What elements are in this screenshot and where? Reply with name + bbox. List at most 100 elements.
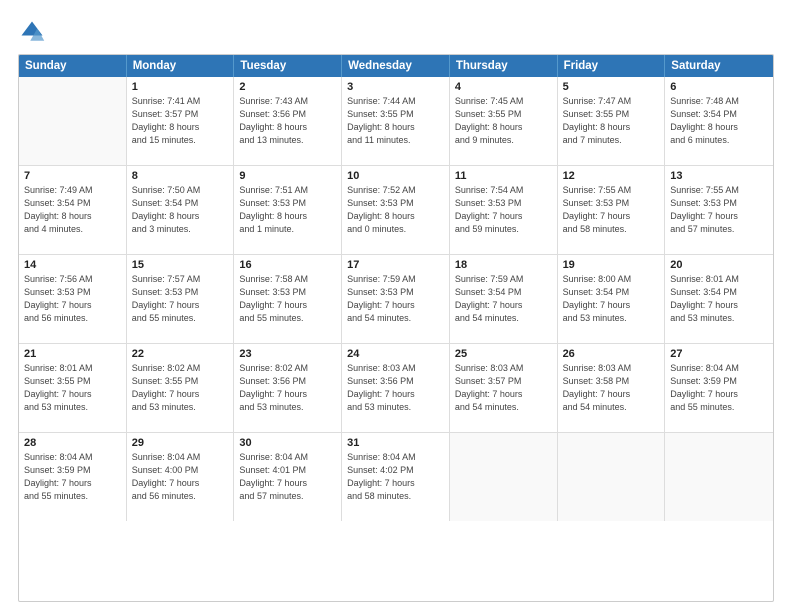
calendar-cell: 26 Sunrise: 8:03 AM Sunset: 3:58 PM Dayli… xyxy=(558,344,666,432)
day-number: 5 xyxy=(563,81,660,93)
day-info: Sunrise: 8:01 AM Sunset: 3:55 PM Dayligh… xyxy=(24,362,121,414)
day-info: Sunrise: 7:41 AM Sunset: 3:57 PM Dayligh… xyxy=(132,95,229,147)
day-number: 12 xyxy=(563,170,660,182)
day-info: Sunrise: 8:04 AM Sunset: 3:59 PM Dayligh… xyxy=(670,362,768,414)
calendar-row: 7 Sunrise: 7:49 AM Sunset: 3:54 PM Daylig… xyxy=(19,166,773,255)
calendar-cell: 24 Sunrise: 8:03 AM Sunset: 3:56 PM Dayli… xyxy=(342,344,450,432)
calendar-cell xyxy=(19,77,127,165)
page: SundayMondayTuesdayWednesdayThursdayFrid… xyxy=(0,0,792,612)
calendar-header-day: Monday xyxy=(127,55,235,77)
calendar-cell: 28 Sunrise: 8:04 AM Sunset: 3:59 PM Dayli… xyxy=(19,433,127,521)
calendar-header-day: Wednesday xyxy=(342,55,450,77)
calendar-cell: 27 Sunrise: 8:04 AM Sunset: 3:59 PM Dayli… xyxy=(665,344,773,432)
calendar-cell xyxy=(558,433,666,521)
day-number: 6 xyxy=(670,81,768,93)
calendar-cell: 1 Sunrise: 7:41 AM Sunset: 3:57 PM Daylig… xyxy=(127,77,235,165)
day-info: Sunrise: 7:55 AM Sunset: 3:53 PM Dayligh… xyxy=(563,184,660,236)
calendar-cell: 7 Sunrise: 7:49 AM Sunset: 3:54 PM Daylig… xyxy=(19,166,127,254)
day-number: 13 xyxy=(670,170,768,182)
day-number: 10 xyxy=(347,170,444,182)
day-info: Sunrise: 7:52 AM Sunset: 3:53 PM Dayligh… xyxy=(347,184,444,236)
day-number: 19 xyxy=(563,259,660,271)
day-number: 28 xyxy=(24,437,121,449)
day-number: 25 xyxy=(455,348,552,360)
calendar-cell: 13 Sunrise: 7:55 AM Sunset: 3:53 PM Dayli… xyxy=(665,166,773,254)
day-info: Sunrise: 7:49 AM Sunset: 3:54 PM Dayligh… xyxy=(24,184,121,236)
day-info: Sunrise: 8:01 AM Sunset: 3:54 PM Dayligh… xyxy=(670,273,768,325)
day-number: 16 xyxy=(239,259,336,271)
day-number: 22 xyxy=(132,348,229,360)
day-info: Sunrise: 7:47 AM Sunset: 3:55 PM Dayligh… xyxy=(563,95,660,147)
day-info: Sunrise: 8:00 AM Sunset: 3:54 PM Dayligh… xyxy=(563,273,660,325)
calendar-cell: 10 Sunrise: 7:52 AM Sunset: 3:53 PM Dayli… xyxy=(342,166,450,254)
day-info: Sunrise: 8:03 AM Sunset: 3:56 PM Dayligh… xyxy=(347,362,444,414)
calendar-cell: 18 Sunrise: 7:59 AM Sunset: 3:54 PM Dayli… xyxy=(450,255,558,343)
calendar-cell: 4Sunrise: 7:45 AM Sunset: 3:55 PM Daylig… xyxy=(450,77,558,165)
logo xyxy=(18,18,50,46)
day-number: 8 xyxy=(132,170,229,182)
day-info: Sunrise: 8:02 AM Sunset: 3:56 PM Dayligh… xyxy=(239,362,336,414)
calendar-cell: 17 Sunrise: 7:59 AM Sunset: 3:53 PM Dayli… xyxy=(342,255,450,343)
day-number: 3 xyxy=(347,81,444,93)
calendar: SundayMondayTuesdayWednesdayThursdayFrid… xyxy=(18,54,774,602)
day-number: 23 xyxy=(239,348,336,360)
calendar-row: 14 Sunrise: 7:56 AM Sunset: 3:53 PM Dayli… xyxy=(19,255,773,344)
calendar-cell: 22Sunrise: 8:02 AM Sunset: 3:55 PM Dayli… xyxy=(127,344,235,432)
calendar-body: 1 Sunrise: 7:41 AM Sunset: 3:57 PM Daylig… xyxy=(19,77,773,521)
logo-icon xyxy=(18,18,46,46)
day-number: 18 xyxy=(455,259,552,271)
day-number: 11 xyxy=(455,170,552,182)
day-info: Sunrise: 7:55 AM Sunset: 3:53 PM Dayligh… xyxy=(670,184,768,236)
day-number: 27 xyxy=(670,348,768,360)
day-info: Sunrise: 8:04 AM Sunset: 4:00 PM Dayligh… xyxy=(132,451,229,503)
calendar-header-day: Saturday xyxy=(665,55,773,77)
calendar-cell xyxy=(665,433,773,521)
calendar-cell: 3 Sunrise: 7:44 AM Sunset: 3:55 PM Daylig… xyxy=(342,77,450,165)
calendar-row: 21 Sunrise: 8:01 AM Sunset: 3:55 PM Dayli… xyxy=(19,344,773,433)
day-number: 14 xyxy=(24,259,121,271)
calendar-cell: 2Sunrise: 7:43 AM Sunset: 3:56 PM Daylig… xyxy=(234,77,342,165)
day-number: 15 xyxy=(132,259,229,271)
day-info: Sunrise: 7:51 AM Sunset: 3:53 PM Dayligh… xyxy=(239,184,336,236)
calendar-cell: 15 Sunrise: 7:57 AM Sunset: 3:53 PM Dayli… xyxy=(127,255,235,343)
day-info: Sunrise: 7:59 AM Sunset: 3:53 PM Dayligh… xyxy=(347,273,444,325)
day-number: 4 xyxy=(455,81,552,93)
calendar-cell: 30Sunrise: 8:04 AM Sunset: 4:01 PM Dayli… xyxy=(234,433,342,521)
calendar-row: 28 Sunrise: 8:04 AM Sunset: 3:59 PM Dayli… xyxy=(19,433,773,521)
day-info: Sunrise: 7:58 AM Sunset: 3:53 PM Dayligh… xyxy=(239,273,336,325)
day-number: 31 xyxy=(347,437,444,449)
header xyxy=(18,18,774,46)
calendar-cell: 25 Sunrise: 8:03 AM Sunset: 3:57 PM Dayli… xyxy=(450,344,558,432)
day-number: 20 xyxy=(670,259,768,271)
day-number: 9 xyxy=(239,170,336,182)
day-info: Sunrise: 8:03 AM Sunset: 3:57 PM Dayligh… xyxy=(455,362,552,414)
day-info: Sunrise: 8:04 AM Sunset: 4:02 PM Dayligh… xyxy=(347,451,444,503)
day-info: Sunrise: 7:57 AM Sunset: 3:53 PM Dayligh… xyxy=(132,273,229,325)
day-number: 7 xyxy=(24,170,121,182)
calendar-cell: 5 Sunrise: 7:47 AM Sunset: 3:55 PM Daylig… xyxy=(558,77,666,165)
day-number: 2 xyxy=(239,81,336,93)
calendar-header: SundayMondayTuesdayWednesdayThursdayFrid… xyxy=(19,55,773,77)
calendar-cell: 11Sunrise: 7:54 AM Sunset: 3:53 PM Dayli… xyxy=(450,166,558,254)
day-info: Sunrise: 7:59 AM Sunset: 3:54 PM Dayligh… xyxy=(455,273,552,325)
calendar-cell: 8Sunrise: 7:50 AM Sunset: 3:54 PM Daylig… xyxy=(127,166,235,254)
day-number: 26 xyxy=(563,348,660,360)
calendar-cell: 14 Sunrise: 7:56 AM Sunset: 3:53 PM Dayli… xyxy=(19,255,127,343)
day-info: Sunrise: 7:56 AM Sunset: 3:53 PM Dayligh… xyxy=(24,273,121,325)
calendar-cell: 6Sunrise: 7:48 AM Sunset: 3:54 PM Daylig… xyxy=(665,77,773,165)
day-number: 24 xyxy=(347,348,444,360)
calendar-cell: 29Sunrise: 8:04 AM Sunset: 4:00 PM Dayli… xyxy=(127,433,235,521)
calendar-header-day: Tuesday xyxy=(234,55,342,77)
calendar-cell: 20 Sunrise: 8:01 AM Sunset: 3:54 PM Dayli… xyxy=(665,255,773,343)
calendar-cell: 12 Sunrise: 7:55 AM Sunset: 3:53 PM Dayli… xyxy=(558,166,666,254)
day-number: 21 xyxy=(24,348,121,360)
calendar-cell: 21 Sunrise: 8:01 AM Sunset: 3:55 PM Dayli… xyxy=(19,344,127,432)
day-info: Sunrise: 8:04 AM Sunset: 3:59 PM Dayligh… xyxy=(24,451,121,503)
calendar-row: 1 Sunrise: 7:41 AM Sunset: 3:57 PM Daylig… xyxy=(19,77,773,166)
day-info: Sunrise: 8:04 AM Sunset: 4:01 PM Dayligh… xyxy=(239,451,336,503)
day-number: 17 xyxy=(347,259,444,271)
day-number: 1 xyxy=(132,81,229,93)
calendar-cell: 9 Sunrise: 7:51 AM Sunset: 3:53 PM Daylig… xyxy=(234,166,342,254)
day-info: Sunrise: 8:03 AM Sunset: 3:58 PM Dayligh… xyxy=(563,362,660,414)
day-info: Sunrise: 7:44 AM Sunset: 3:55 PM Dayligh… xyxy=(347,95,444,147)
